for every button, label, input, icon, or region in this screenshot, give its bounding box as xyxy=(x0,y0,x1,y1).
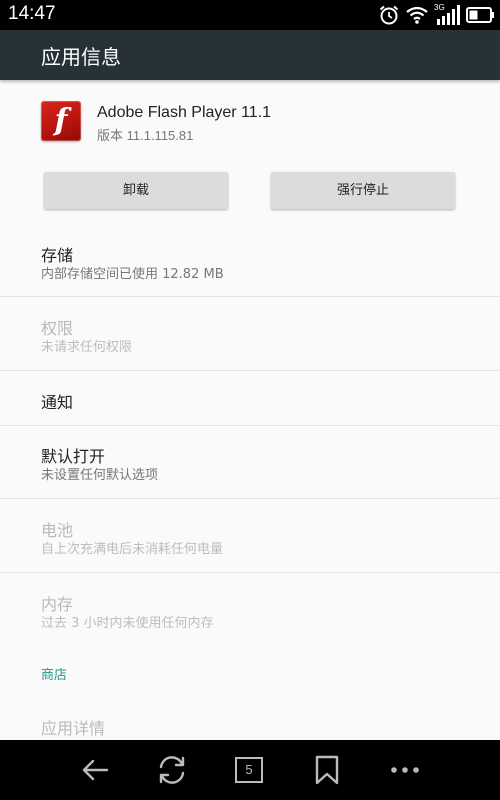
tabs-icon: 5 xyxy=(235,757,263,783)
tabs-button[interactable]: 5 xyxy=(224,750,274,790)
permissions-section: 权限 未请求任何权限 xyxy=(0,297,500,370)
status-time: 14:47 xyxy=(8,3,56,24)
store-category-header: 商店 xyxy=(41,668,68,683)
signal-indicator: 3G xyxy=(434,4,460,26)
bookmark-icon xyxy=(315,755,339,785)
battery-icon xyxy=(466,7,494,23)
tab-count: 5 xyxy=(245,762,253,777)
app-name: Adobe Flash Player 11.1 xyxy=(97,104,272,121)
storage-section[interactable]: 存储 内部存储空间已使用 12.82 MB xyxy=(0,224,500,296)
back-icon xyxy=(82,759,109,781)
more-icon xyxy=(391,767,419,773)
status-icons: 3G xyxy=(378,4,494,26)
app-version: 版本 11.1.115.81 xyxy=(97,128,194,143)
signal-icon xyxy=(437,5,460,25)
uninstall-button[interactable]: 卸载 xyxy=(44,172,228,209)
permissions-summary: 未请求任何权限 xyxy=(41,340,133,355)
more-button[interactable] xyxy=(380,750,430,790)
flash-player-logo-icon: f xyxy=(41,101,81,141)
notifications-title: 通知 xyxy=(41,393,74,412)
memory-section: 内存 过去 3 小时内未使用任何内存 xyxy=(0,573,500,646)
app-details-section: 应用详情 xyxy=(0,700,500,740)
alarm-icon xyxy=(379,5,399,25)
bookmark-button[interactable] xyxy=(302,750,352,790)
open-by-default-summary: 未设置任何默认选项 xyxy=(41,468,159,483)
app-header: f Adobe Flash Player 11.1 版本 11.1.115.81 xyxy=(0,80,500,160)
wifi-icon xyxy=(406,6,428,24)
storage-summary: 内部存储空间已使用 12.82 MB xyxy=(41,267,224,282)
page-title: 应用信息 xyxy=(41,45,121,69)
battery-section: 电池 自上次充满电后未消耗任何电量 xyxy=(0,499,500,572)
battery-summary: 自上次充满电后未消耗任何电量 xyxy=(41,542,224,557)
open-by-default-section[interactable]: 默认打开 未设置任何默认选项 xyxy=(0,426,500,498)
status-bar: 14:47 3G xyxy=(0,0,500,30)
refresh-button[interactable] xyxy=(147,750,197,790)
logo-letter: f xyxy=(54,103,68,138)
nav-bar: 5 xyxy=(0,740,500,800)
force-stop-button[interactable]: 强行停止 xyxy=(271,172,455,209)
refresh-icon xyxy=(159,756,185,784)
memory-summary: 过去 3 小时内未使用任何内存 xyxy=(41,616,214,631)
notifications-section[interactable]: 通知 xyxy=(0,371,500,425)
app-details-title: 应用详情 xyxy=(41,719,106,738)
app-bar: 应用信息 xyxy=(0,30,500,80)
back-button[interactable] xyxy=(70,750,120,790)
